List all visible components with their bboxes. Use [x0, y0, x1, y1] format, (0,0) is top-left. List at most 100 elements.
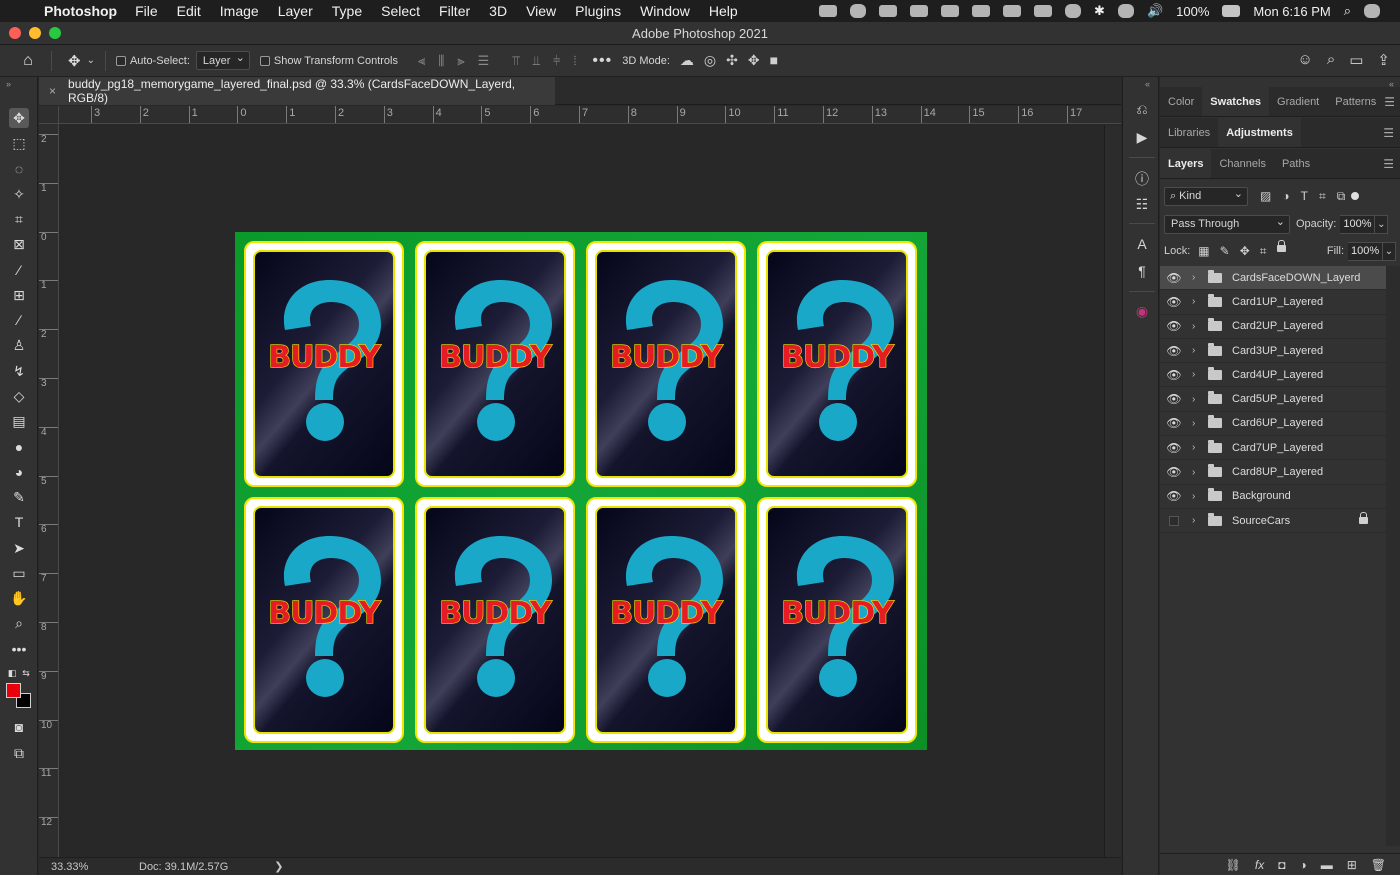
- blur-icon[interactable]: ●: [9, 437, 29, 457]
- more-options-icon[interactable]: •••: [592, 52, 612, 70]
- filter-smart-object-icon[interactable]: ⧉: [1337, 189, 1346, 204]
- properties-icon[interactable]: ☷: [1132, 196, 1152, 214]
- tab-swatches[interactable]: Swatches: [1202, 87, 1270, 116]
- frame-icon[interactable]: ⊠: [9, 234, 29, 254]
- new-layer-icon[interactable]: ⊞: [1347, 858, 1357, 872]
- visibility-eye-icon[interactable]: 👁: [1160, 416, 1188, 430]
- link-layers-icon[interactable]: ⛓: [1226, 858, 1241, 872]
- menu-type[interactable]: Type: [332, 3, 362, 19]
- dodge-icon[interactable]: ◕: [9, 462, 29, 482]
- bluetooth-icon[interactable]: ✱: [1094, 3, 1105, 19]
- layer-name[interactable]: CardsFaceDOWN_Layerd: [1232, 272, 1360, 284]
- expand-group-chevron-icon[interactable]: ›: [1192, 515, 1202, 526]
- visibility-eye-icon[interactable]: 👁: [1160, 319, 1188, 333]
- share-icon[interactable]: ⇪: [1377, 51, 1390, 69]
- expand-group-chevron-icon[interactable]: ›: [1192, 272, 1202, 283]
- ruler-origin[interactable]: [39, 106, 59, 124]
- distribute-horizontal-icon[interactable]: ☰: [478, 53, 490, 69]
- tool-preset-chevron-icon[interactable]: ⌄: [87, 55, 95, 66]
- zoom-window-button[interactable]: [49, 27, 61, 39]
- app-menu[interactable]: Photoshop: [44, 3, 117, 19]
- menu-filter[interactable]: Filter: [439, 3, 470, 19]
- canvas-vertical-scrollbar[interactable]: [1104, 125, 1121, 857]
- layer-style-fx-icon[interactable]: fx: [1255, 858, 1264, 872]
- menu-image[interactable]: Image: [220, 3, 259, 19]
- document-canvas[interactable]: BUDDY BUDDY BUDDY BUDDY BUDDY BUDDY BUDDY BUDDY: [235, 232, 927, 750]
- layer-name[interactable]: SourceCars: [1232, 515, 1290, 527]
- fill-slider-chevron-icon[interactable]: ⌄: [1382, 241, 1396, 261]
- menu-edit[interactable]: Edit: [177, 3, 201, 19]
- share-people-icon[interactable]: ☺: [1298, 51, 1313, 69]
- add-mask-icon[interactable]: ◘: [1278, 858, 1285, 872]
- stripes-icon[interactable]: [1034, 5, 1053, 17]
- pen-icon[interactable]: ✎: [9, 487, 29, 507]
- align-top-edges-icon[interactable]: ⫪: [512, 53, 519, 69]
- visibility-toggle-empty[interactable]: [1169, 515, 1179, 526]
- opacity-slider-chevron-icon[interactable]: ⌄: [1374, 214, 1389, 234]
- tab-paths[interactable]: Paths: [1274, 149, 1318, 178]
- close-document-icon[interactable]: ×: [49, 84, 56, 98]
- history-icon[interactable]: ⎌: [1132, 101, 1152, 119]
- layer-name[interactable]: Card3UP_Layered: [1232, 345, 1323, 357]
- expand-panel-icon[interactable]: »: [6, 79, 11, 89]
- menu-layer[interactable]: Layer: [278, 3, 313, 19]
- scale-3d-icon[interactable]: ■: [770, 52, 778, 69]
- layer-name[interactable]: Card6UP_Layered: [1232, 417, 1323, 429]
- workspace-icon[interactable]: ▭: [1349, 51, 1363, 69]
- expand-group-chevron-icon[interactable]: ›: [1192, 369, 1202, 380]
- visibility-eye-icon[interactable]: 👁: [1160, 271, 1188, 285]
- creative-cloud-icon[interactable]: [850, 4, 867, 18]
- vertical-ruler[interactable]: 2 1 0 1 2 3 4 5 6 7 8 9 10 11 12: [39, 124, 59, 857]
- layer-row[interactable]: 👁 › Card8UP_Layered: [1160, 460, 1386, 485]
- expand-group-chevron-icon[interactable]: ›: [1192, 442, 1202, 453]
- layer-name[interactable]: Card8UP_Layered: [1232, 466, 1323, 478]
- time-machine-icon[interactable]: [1065, 4, 1082, 18]
- filter-shape-icon[interactable]: ⌗: [1319, 189, 1326, 204]
- distribute-vertical-icon[interactable]: ⦙: [573, 53, 576, 69]
- menu-3d[interactable]: 3D: [489, 3, 507, 19]
- menu-select[interactable]: Select: [381, 3, 420, 19]
- tab-channels[interactable]: Channels: [1211, 149, 1273, 178]
- layer-name[interactable]: Card1UP_Layered: [1232, 296, 1323, 308]
- align-right-edges-icon[interactable]: ⫸: [457, 53, 464, 69]
- cloud-alt-icon[interactable]: [941, 5, 960, 17]
- zoom-tool-icon[interactable]: ⌕: [9, 613, 29, 633]
- lock-transparent-icon[interactable]: ▦: [1198, 244, 1209, 259]
- hand-tool-icon[interactable]: ✋: [9, 588, 29, 608]
- stack-icon[interactable]: [972, 5, 991, 17]
- orbit-3d-icon[interactable]: ☁: [680, 52, 694, 69]
- expand-group-chevron-icon[interactable]: ›: [1192, 296, 1202, 307]
- volume-icon[interactable]: 🔊: [1147, 3, 1163, 19]
- layer-name[interactable]: Card4UP_Layered: [1232, 369, 1323, 381]
- eyedropper-icon[interactable]: ⁄: [9, 260, 29, 280]
- foreground-color-swatch[interactable]: [6, 683, 21, 698]
- align-left-edges-icon[interactable]: ⫷: [418, 53, 425, 69]
- status-menu-chevron-icon[interactable]: ❯: [274, 860, 283, 873]
- checkbox-icon[interactable]: [115, 55, 126, 66]
- clock[interactable]: Mon 6:16 PM: [1253, 4, 1330, 19]
- tab-layers[interactable]: Layers: [1160, 149, 1212, 178]
- panel-menu-icon[interactable]: ☰: [1384, 87, 1395, 116]
- clone-stamp-icon[interactable]: ♙: [9, 335, 29, 355]
- filter-kind-dropdown[interactable]: ⌕ Kind: [1164, 186, 1248, 206]
- swap-colors-icon[interactable]: ⇆: [16, 663, 36, 683]
- menu-plugins[interactable]: Plugins: [575, 3, 621, 19]
- layer-row[interactable]: 👁 › Card5UP_Layered: [1160, 387, 1386, 412]
- edit-toolbar-icon[interactable]: •••: [9, 639, 29, 659]
- align-bottom-edges-icon[interactable]: ⫩: [553, 53, 560, 69]
- drag-3d-icon[interactable]: ✣: [726, 52, 738, 69]
- layers-scrollbar[interactable]: [1386, 266, 1400, 846]
- magic-wand-icon[interactable]: ✧: [9, 184, 29, 204]
- wifi-icon[interactable]: [1117, 4, 1134, 18]
- layer-row[interactable]: 👁 › Card6UP_Layered: [1160, 412, 1386, 437]
- document-tab[interactable]: × buddy_pg18_memorygame_layered_final.ps…: [39, 77, 555, 105]
- horizontal-ruler[interactable]: 3 2 1 0 1 2 3 4 5 6 7 8 9 10 11 12 13 14 15 16 17: [59, 106, 1121, 124]
- expand-group-chevron-icon[interactable]: ›: [1192, 345, 1202, 356]
- visibility-eye-icon[interactable]: 👁: [1160, 344, 1188, 358]
- rectangle-tool-icon[interactable]: ▭: [9, 563, 29, 583]
- menu-window[interactable]: Window: [640, 3, 690, 19]
- type-tool-icon[interactable]: T: [9, 512, 29, 532]
- layer-row[interactable]: › SourceCars: [1160, 509, 1386, 534]
- slide-3d-icon[interactable]: ✥: [748, 52, 760, 69]
- eraser-icon[interactable]: ◇: [9, 386, 29, 406]
